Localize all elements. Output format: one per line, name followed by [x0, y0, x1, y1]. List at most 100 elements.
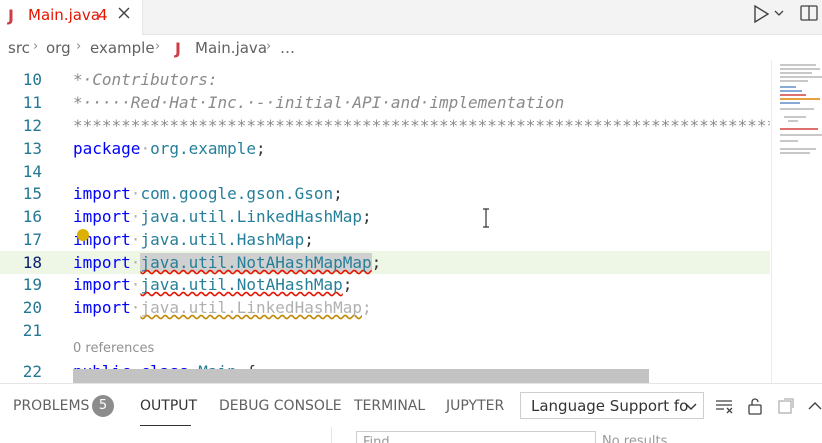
tab-filename: Main.java	[28, 6, 101, 24]
import-path: com.google.gson.Gson	[140, 184, 334, 203]
code-line: 15 import·com.google.gson.Gson;	[0, 182, 770, 205]
minimap-line	[780, 148, 816, 150]
breadcrumb-file[interactable]: Main.java	[195, 39, 267, 57]
punctuation: ;	[333, 184, 343, 203]
code-line: 10 *·Contributors:	[0, 68, 770, 91]
text-cursor-icon	[483, 208, 489, 228]
line-number: 22	[22, 362, 42, 381]
comment-text: *·····Red·Hat·Inc.·-·initial·API·and·imp…	[73, 93, 565, 112]
tab-debug-console[interactable]: DEBUG CONSOLE	[219, 398, 342, 414]
line-number: 19	[22, 275, 42, 294]
tab-problem-count: 4	[98, 6, 108, 24]
punctuation: ;	[362, 207, 372, 226]
code-line: 19 import·java.util.NotAHashMap;	[0, 273, 770, 296]
minimap-line	[780, 108, 814, 110]
line-number: 10	[22, 70, 42, 89]
output-content[interactable]: ··········]	[0, 427, 332, 443]
active-code-line: 18 import·java.util.NotAHashMapMap;	[0, 251, 770, 274]
code-line: 16 import·java.util.LinkedHashMap;	[0, 205, 770, 228]
minimap-line	[780, 140, 798, 142]
editor-tab-bar: J Main.java 4	[0, 0, 822, 35]
lightbulb-icon[interactable]	[77, 229, 89, 241]
comment-text: *·Contributors:	[73, 70, 218, 89]
tab-terminal[interactable]: TERMINAL	[354, 398, 425, 414]
breadcrumb-separator: ›	[76, 39, 82, 54]
line-number: 16	[22, 207, 42, 226]
keyword: import	[73, 184, 131, 203]
lock-scroll-icon[interactable]	[745, 396, 765, 416]
line-number: 13	[22, 139, 42, 158]
import-path-unused: java.util.LinkedHashMap	[140, 298, 362, 317]
java-file-icon: J	[8, 6, 14, 25]
chevron-up-icon[interactable]	[805, 396, 822, 416]
keyword: import	[73, 275, 131, 294]
code-line: 11 *·····Red·Hat·Inc.·-·initial·API·and·…	[0, 91, 770, 114]
line-number: 17	[22, 230, 42, 249]
minimap-line	[780, 134, 822, 136]
minimap[interactable]	[771, 60, 822, 383]
find-result: No results	[602, 434, 668, 443]
punctuation: ;	[371, 253, 382, 272]
problems-count-badge: 5	[92, 395, 114, 417]
breadcrumb-org[interactable]: org	[46, 39, 71, 57]
comment-text: ****************************************…	[73, 116, 770, 135]
java-file-icon: J	[175, 39, 181, 58]
tab-output[interactable]: OUTPUT	[140, 398, 197, 414]
package-name: org.example	[150, 139, 257, 158]
punctuation: ;	[362, 298, 372, 317]
tab-main-java[interactable]: J Main.java 4	[0, 0, 143, 35]
code-line: 20 import·java.util.LinkedHashMap;	[0, 296, 770, 319]
split-editor-icon[interactable]	[799, 3, 819, 23]
chevron-down-icon[interactable]	[773, 6, 785, 20]
import-path-error: java.util.NotAHashMap	[140, 275, 343, 294]
code-line: 21	[0, 319, 770, 342]
minimap-line	[780, 68, 820, 70]
clear-output-icon[interactable]	[714, 396, 734, 416]
keyword: import	[73, 298, 131, 317]
breadcrumb-separator: ›	[33, 39, 39, 54]
find-input[interactable]: Find	[356, 431, 596, 443]
code-line: 13 package·org.example;	[0, 137, 770, 160]
code-editor[interactable]: 10 *·Contributors: 11 *·····Red·Hat·Inc.…	[0, 60, 770, 383]
close-icon[interactable]	[117, 5, 131, 21]
codelens-references[interactable]: 0 references	[73, 341, 154, 356]
minimap-line	[780, 72, 812, 74]
output-channel-select[interactable]: Language Support fo	[520, 392, 704, 419]
line-number: 20	[22, 298, 42, 317]
code-line: 14	[0, 160, 770, 183]
tab-jupyter[interactable]: JUPYTER	[446, 398, 504, 414]
keyword: package	[73, 139, 141, 158]
line-number: 15	[22, 184, 42, 203]
minimap-line	[780, 90, 802, 92]
import-path-error: java.util.NotAHashMapMap	[140, 253, 372, 272]
minimap-line	[784, 116, 806, 118]
minimap-line	[780, 98, 820, 100]
line-number: 18	[22, 253, 42, 272]
minimap-line	[780, 128, 818, 130]
breadcrumb: src › org › example › J Main.java › …	[0, 36, 822, 58]
breadcrumb-more[interactable]: …	[280, 39, 295, 57]
minimap-line	[780, 152, 810, 154]
minimap-line	[780, 94, 806, 96]
breadcrumb-src[interactable]: src	[8, 39, 30, 57]
breadcrumb-separator: ›	[266, 39, 272, 54]
import-path: java.util.LinkedHashMap	[140, 207, 362, 226]
breadcrumb-example[interactable]: example	[90, 39, 155, 57]
line-number: 11	[22, 93, 42, 112]
line-number: 12	[22, 116, 42, 135]
chevron-down-icon	[685, 403, 697, 410]
code-line: 17 import·java.util.HashMap;	[0, 228, 770, 251]
minimap-line	[780, 102, 800, 104]
minimap-line	[780, 80, 808, 82]
active-tab-indicator	[140, 425, 191, 426]
bottom-panel: PROBLEMS 5 OUTPUT DEBUG CONSOLE TERMINAL…	[0, 383, 822, 443]
minimap-line	[780, 86, 796, 88]
tab-problems[interactable]: PROBLEMS	[13, 398, 89, 414]
play-icon[interactable]	[750, 3, 772, 25]
punctuation: ;	[256, 139, 266, 158]
import-path: java.util.HashMap	[140, 230, 305, 249]
horizontal-scrollbar[interactable]	[73, 369, 649, 383]
minimap-line	[788, 120, 798, 122]
open-in-editor-icon[interactable]	[776, 396, 796, 416]
code-line: 12 *************************************…	[0, 114, 770, 137]
